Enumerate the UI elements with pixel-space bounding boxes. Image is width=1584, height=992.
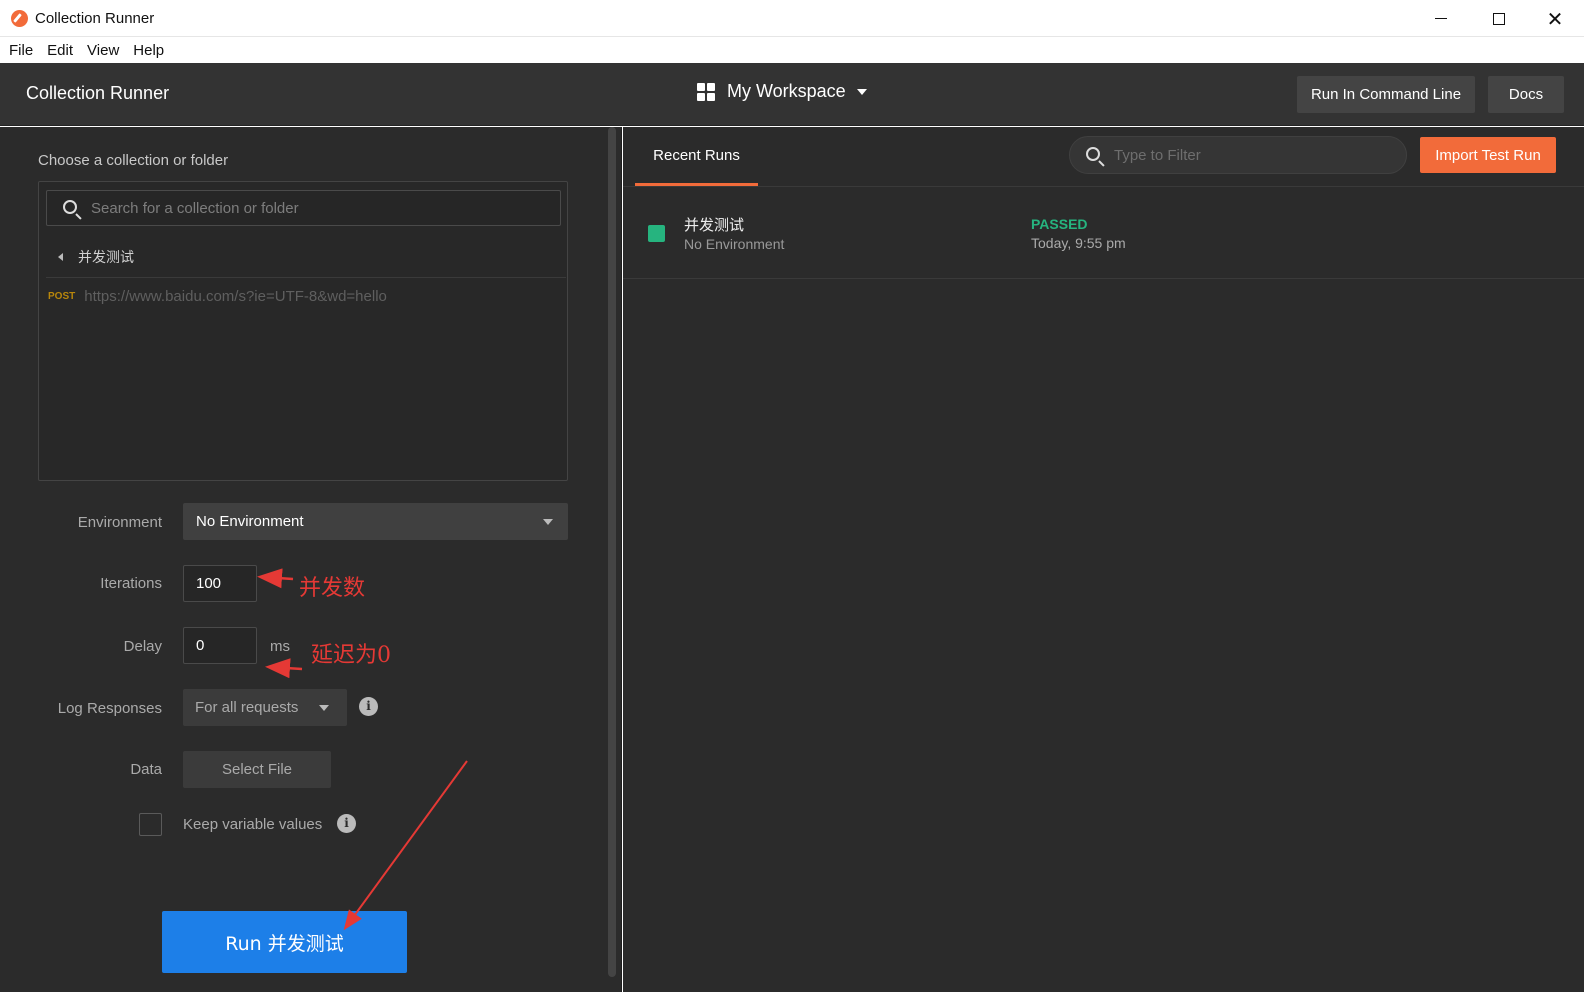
menu-edit[interactable]: Edit <box>42 42 78 59</box>
docs-button[interactable]: Docs <box>1488 76 1564 113</box>
page-title: Collection Runner <box>26 83 170 103</box>
postman-logo-icon <box>11 10 28 27</box>
workspace-grid-icon <box>697 82 715 101</box>
recent-runs-panel: Recent Runs Import Test Run 并发测试 No Envi… <box>623 127 1584 992</box>
run-timestamp: Today, 9:55 pm <box>1031 235 1126 251</box>
run-list-item[interactable]: 并发测试 No Environment PASSED Today, 9:55 p… <box>623 187 1584 279</box>
search-icon <box>1086 147 1100 161</box>
arrow-iterations <box>257 568 294 589</box>
close-button[interactable]: ✕ <box>1526 0 1584 37</box>
run-environment: No Environment <box>684 236 785 252</box>
tab-recent-runs[interactable]: Recent Runs <box>635 127 758 186</box>
menu-bar: File Edit View Help <box>0 37 1584 63</box>
annotation-arrows <box>257 568 468 931</box>
maximize-button[interactable] <box>1470 0 1528 37</box>
import-test-run-button[interactable]: Import Test Run <box>1420 137 1556 173</box>
runner-config-panel: Choose a collection or folder 并发测试 POST … <box>0 127 622 992</box>
runs-filter <box>1069 136 1407 174</box>
app-header: Collection Runner My Workspace Run In Co… <box>0 63 1584 126</box>
run-name: 并发测试 <box>684 216 745 234</box>
runs-filter-input[interactable] <box>1114 137 1394 173</box>
window-title: Collection Runner <box>35 10 155 27</box>
menu-view[interactable]: View <box>82 42 124 59</box>
menu-file[interactable]: File <box>4 42 38 59</box>
minimize-button[interactable] <box>1412 0 1470 37</box>
window-titlebar: Collection Runner ✕ <box>0 0 1584 37</box>
menu-help[interactable]: Help <box>128 42 169 59</box>
run-in-command-line-button[interactable]: Run In Command Line <box>1297 76 1475 113</box>
passed-status-icon <box>648 225 665 242</box>
arrow-run <box>343 760 468 931</box>
chevron-down-icon <box>856 88 867 95</box>
arrow-delay <box>265 658 303 679</box>
run-status-badge: PASSED <box>1031 216 1088 232</box>
workspace-switcher[interactable]: My Workspace <box>697 81 867 102</box>
workspace-name: My Workspace <box>727 81 846 101</box>
